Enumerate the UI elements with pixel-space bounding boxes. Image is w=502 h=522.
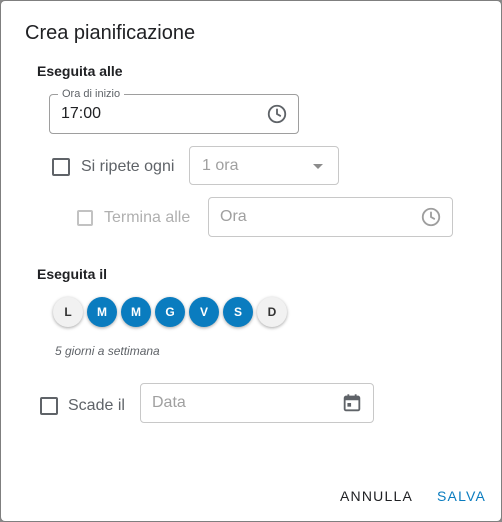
create-schedule-dialog: Crea pianificazione Eseguita alle Ora di… — [1, 1, 501, 521]
expires-label: Scade il — [68, 397, 125, 414]
save-button[interactable]: SALVA — [437, 488, 486, 504]
repeat-label: Si ripete ogni — [81, 158, 175, 175]
start-time-legend: Ora di inizio — [58, 88, 125, 100]
day-toggle-monday[interactable]: L — [53, 297, 83, 327]
run-at-label: Eseguita alle — [37, 63, 123, 79]
day-toggle-saturday[interactable]: S — [223, 297, 253, 327]
repeat-interval-value: 1 ora — [202, 157, 239, 174]
days-summary: 5 giorni a settimana — [55, 344, 160, 358]
day-toggle-tuesday[interactable]: M — [87, 297, 117, 327]
end-time-placeholder: Ora — [220, 208, 247, 225]
day-toggle-friday[interactable]: V — [189, 297, 219, 327]
expiry-date-placeholder: Data — [152, 394, 186, 411]
run-on-label: Eseguita il — [37, 266, 108, 282]
clock-icon[interactable] — [420, 206, 442, 228]
expiry-date-field[interactable]: Data — [140, 383, 374, 423]
cancel-button[interactable]: ANNULLA — [340, 488, 413, 504]
dialog-title: Crea pianificazione — [25, 22, 196, 44]
end-time-field[interactable]: Ora — [208, 197, 453, 237]
day-toggle-sunday[interactable]: D — [257, 297, 287, 327]
repeat-checkbox[interactable] — [52, 158, 70, 176]
start-time-field[interactable]: Ora di inizio 17:00 — [49, 88, 299, 134]
clock-icon[interactable] — [266, 103, 288, 125]
chevron-down-icon — [313, 164, 323, 169]
day-toggle-thursday[interactable]: G — [155, 297, 185, 327]
repeat-interval-select[interactable]: 1 ora — [189, 146, 339, 185]
start-time-value: 17:00 — [61, 105, 102, 122]
end-at-checkbox[interactable] — [77, 210, 93, 226]
expires-checkbox[interactable] — [40, 397, 58, 415]
calendar-icon[interactable] — [341, 392, 363, 414]
end-at-label: Termina alle — [104, 209, 191, 226]
day-toggle-wednesday[interactable]: M — [121, 297, 151, 327]
